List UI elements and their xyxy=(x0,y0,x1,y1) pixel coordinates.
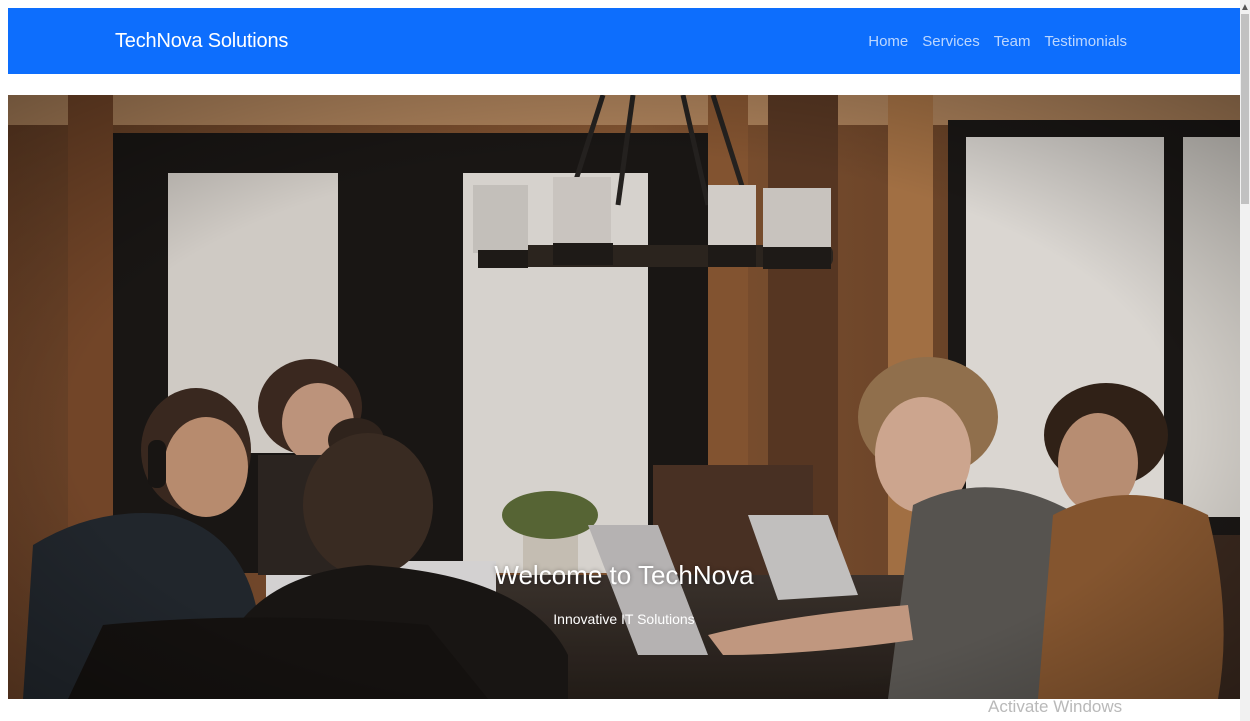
hero-background-image xyxy=(8,95,1240,699)
hero-section: Welcome to TechNova Innovative IT Soluti… xyxy=(8,95,1240,699)
scroll-up-arrow-icon[interactable]: ▲ xyxy=(1240,2,1250,14)
hero-title: Welcome to TechNova xyxy=(494,560,754,590)
hero-subtitle: Innovative IT Solutions xyxy=(553,611,695,627)
nav-link-home[interactable]: Home xyxy=(868,33,908,50)
nav-link-team[interactable]: Team xyxy=(994,33,1031,50)
navbar: TechNova Solutions Home Services Team Te… xyxy=(8,8,1240,74)
activate-windows-watermark: Activate Windows xyxy=(988,697,1123,716)
nav-link-services[interactable]: Services xyxy=(922,33,980,50)
scroll-thumb[interactable] xyxy=(1241,14,1249,204)
nav-links: Home Services Team Testimonials xyxy=(868,33,1127,50)
nav-link-testimonials[interactable]: Testimonials xyxy=(1044,33,1127,50)
brand-logo-text[interactable]: TechNova Solutions xyxy=(115,30,288,53)
page-scrollbar[interactable]: ▲ xyxy=(1240,0,1250,721)
